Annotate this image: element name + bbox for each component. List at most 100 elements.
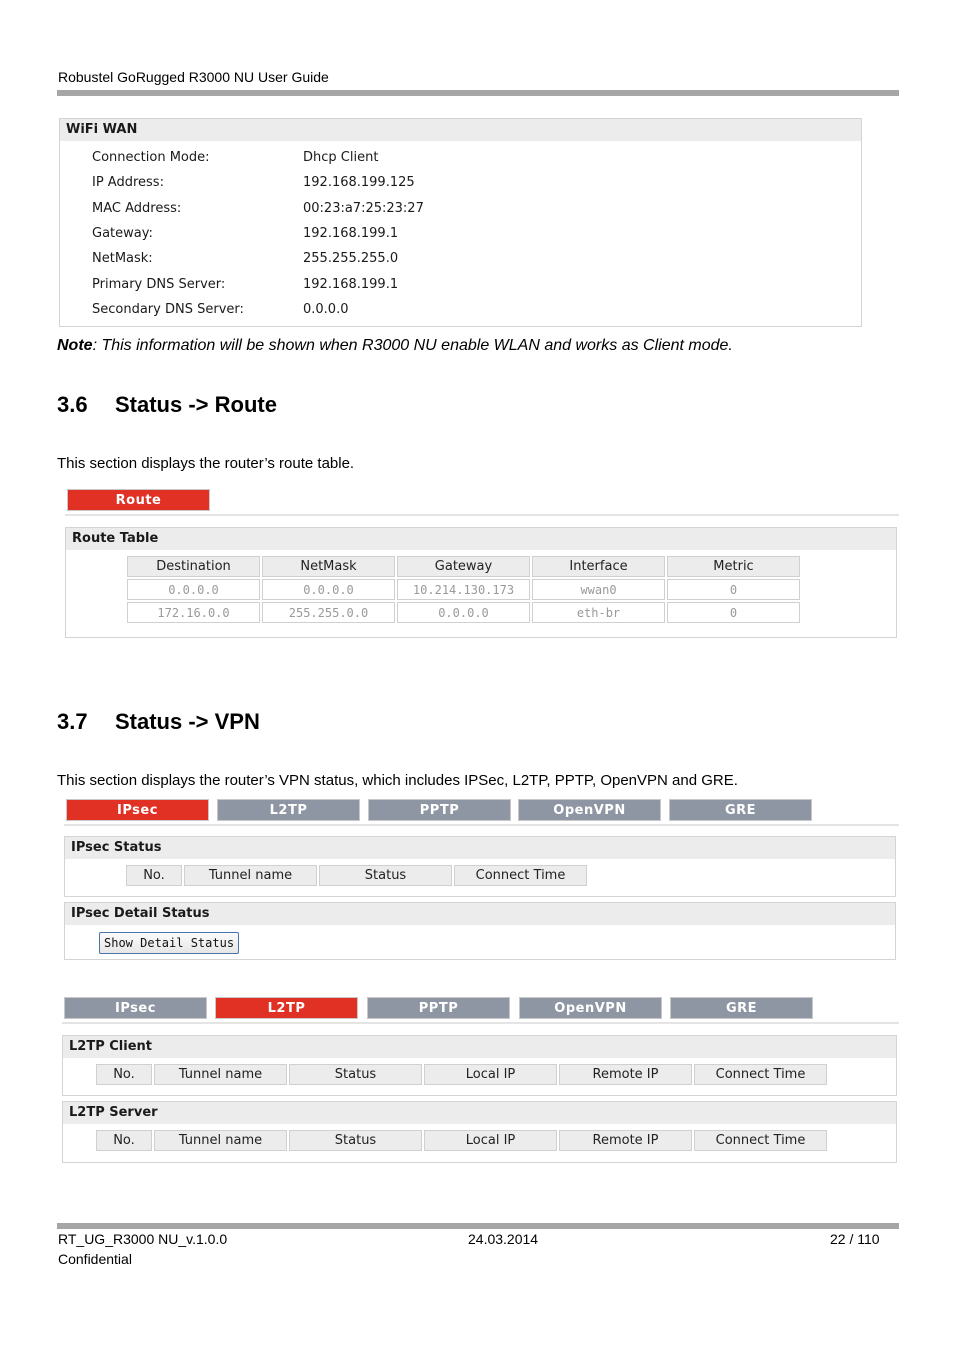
table-row: 172.16.0.0 255.255.0.0 0.0.0.0 eth-br 0 <box>127 602 800 623</box>
tab-ipsec[interactable]: IPsec <box>66 799 209 821</box>
section-heading-route: 3.6 Status -> Route <box>57 392 277 418</box>
column-header-no: No. <box>126 865 182 886</box>
wifi-wan-label-secondary-dns: Secondary DNS Server: <box>92 302 244 317</box>
note-label: Note <box>57 337 93 354</box>
ipsec-status-table: No. Tunnel name Status Connect Time <box>124 863 589 888</box>
wifi-wan-label-netmask: NetMask: <box>92 251 153 266</box>
column-header-no: No. <box>96 1064 152 1085</box>
wifi-wan-label-gateway: Gateway: <box>92 226 153 241</box>
section-title: Status -> Route <box>115 392 277 417</box>
column-header-metric: Metric <box>667 556 800 577</box>
wifi-wan-label-primary-dns: Primary DNS Server: <box>92 277 226 292</box>
wifi-wan-value-gateway: 192.168.199.1 <box>303 226 399 241</box>
cell-interface: wwan0 <box>532 579 665 600</box>
tab-bar-rule <box>65 514 899 516</box>
cell-metric: 0 <box>667 579 800 600</box>
route-table-panel: Route Table Destination NetMask Gateway … <box>65 527 897 638</box>
cell-destination: 172.16.0.0 <box>127 602 260 623</box>
header-rule <box>57 90 899 96</box>
tab-ipsec[interactable]: IPsec <box>64 997 207 1019</box>
wifi-wan-value-primary-dns: 192.168.199.1 <box>303 277 399 292</box>
tab-gre[interactable]: GRE <box>670 997 813 1019</box>
wifi-wan-panel-title: WiFi WAN <box>60 119 861 142</box>
route-table: Destination NetMask Gateway Interface Me… <box>125 554 802 625</box>
wifi-wan-label-ip-address: IP Address: <box>92 175 164 190</box>
column-header-remote-ip: Remote IP <box>559 1130 692 1151</box>
wifi-wan-value-netmask: 255.255.255.0 <box>303 251 399 266</box>
vpn-description: This section displays the router’s VPN s… <box>57 772 738 789</box>
document-header-title: Robustel GoRugged R3000 NU User Guide <box>58 69 329 85</box>
column-header-netmask: NetMask <box>262 556 395 577</box>
column-header-interface: Interface <box>532 556 665 577</box>
footer-page-number: 22 / 110 <box>830 1231 880 1247</box>
section-number: 3.7 <box>57 709 88 734</box>
wifi-wan-value-connection-mode: Dhcp Client <box>303 150 379 165</box>
l2tp-server-title: L2TP Server <box>63 1102 896 1125</box>
cell-gateway: 10.214.130.173 <box>397 579 530 600</box>
tab-pptp[interactable]: PPTP <box>368 799 511 821</box>
column-header-connect-time: Connect Time <box>694 1064 827 1085</box>
note-text: Note: This information will be shown whe… <box>57 337 733 355</box>
wifi-wan-label-connection-mode: Connection Mode: <box>92 150 210 165</box>
tab-bar-rule <box>62 1022 899 1024</box>
l2tp-server-table: No. Tunnel name Status Local IP Remote I… <box>94 1128 829 1153</box>
ipsec-status-title: IPsec Status <box>65 837 895 860</box>
column-header-status: Status <box>319 865 452 886</box>
tab-gre[interactable]: GRE <box>669 799 812 821</box>
cell-destination: 0.0.0.0 <box>127 579 260 600</box>
footer-doc-id: RT_UG_R3000 NU_v.1.0.0 <box>58 1231 228 1247</box>
wifi-wan-label-mac-address: MAC Address: <box>92 201 182 216</box>
l2tp-client-panel: L2TP Client No. Tunnel name Status Local… <box>62 1035 897 1096</box>
ipsec-detail-panel: IPsec Detail Status Show Detail Status <box>64 902 896 960</box>
column-header-connect-time: Connect Time <box>454 865 587 886</box>
column-header-local-ip: Local IP <box>424 1064 557 1085</box>
cell-interface: eth-br <box>532 602 665 623</box>
ipsec-status-panel: IPsec Status No. Tunnel name Status Conn… <box>64 836 896 897</box>
footer-date: 24.03.2014 <box>468 1231 539 1247</box>
column-header-destination: Destination <box>127 556 260 577</box>
route-table-title: Route Table <box>66 528 896 551</box>
cell-metric: 0 <box>667 602 800 623</box>
tab-l2tp[interactable]: L2TP <box>215 997 358 1019</box>
l2tp-client-table: No. Tunnel name Status Local IP Remote I… <box>94 1062 829 1087</box>
note-body: : This information will be shown when R3… <box>92 337 733 354</box>
route-table-header-row: Destination NetMask Gateway Interface Me… <box>127 556 800 577</box>
wifi-wan-value-ip-address: 192.168.199.125 <box>303 175 415 190</box>
column-header-remote-ip: Remote IP <box>559 1064 692 1085</box>
wifi-wan-panel: WiFi WAN Connection Mode: Dhcp Client IP… <box>59 118 862 327</box>
column-header-tunnel-name: Tunnel name <box>184 865 317 886</box>
wifi-wan-value-mac-address: 00:23:a7:25:23:27 <box>303 201 424 216</box>
column-header-connect-time: Connect Time <box>694 1130 827 1151</box>
ipsec-status-header-row: No. Tunnel name Status Connect Time <box>126 865 587 886</box>
tab-pptp[interactable]: PPTP <box>367 997 510 1019</box>
l2tp-server-header-row: No. Tunnel name Status Local IP Remote I… <box>96 1130 827 1151</box>
wifi-wan-value-secondary-dns: 0.0.0.0 <box>303 302 349 317</box>
cell-netmask: 0.0.0.0 <box>262 579 395 600</box>
tab-bar-rule <box>64 824 899 826</box>
footer-classification: Confidential <box>58 1251 132 1267</box>
section-heading-vpn: 3.7 Status -> VPN <box>57 709 260 735</box>
cell-netmask: 255.255.0.0 <box>262 602 395 623</box>
column-header-gateway: Gateway <box>397 556 530 577</box>
column-header-tunnel-name: Tunnel name <box>154 1064 287 1085</box>
column-header-status: Status <box>289 1130 422 1151</box>
tab-route[interactable]: Route <box>67 489 210 511</box>
route-description: This section displays the router’s route… <box>57 455 355 472</box>
column-header-tunnel-name: Tunnel name <box>154 1130 287 1151</box>
column-header-status: Status <box>289 1064 422 1085</box>
tab-l2tp[interactable]: L2TP <box>217 799 360 821</box>
l2tp-client-title: L2TP Client <box>63 1036 896 1059</box>
ipsec-detail-title: IPsec Detail Status <box>65 903 895 926</box>
section-number: 3.6 <box>57 392 88 417</box>
footer-rule <box>57 1223 899 1229</box>
tab-openvpn[interactable]: OpenVPN <box>518 799 661 821</box>
cell-gateway: 0.0.0.0 <box>397 602 530 623</box>
l2tp-client-header-row: No. Tunnel name Status Local IP Remote I… <box>96 1064 827 1085</box>
table-row: 0.0.0.0 0.0.0.0 10.214.130.173 wwan0 0 <box>127 579 800 600</box>
tab-openvpn[interactable]: OpenVPN <box>519 997 662 1019</box>
column-header-local-ip: Local IP <box>424 1130 557 1151</box>
section-title: Status -> VPN <box>115 709 260 734</box>
column-header-no: No. <box>96 1130 152 1151</box>
show-detail-status-button[interactable]: Show Detail Status <box>99 932 240 954</box>
l2tp-server-panel: L2TP Server No. Tunnel name Status Local… <box>62 1101 897 1163</box>
